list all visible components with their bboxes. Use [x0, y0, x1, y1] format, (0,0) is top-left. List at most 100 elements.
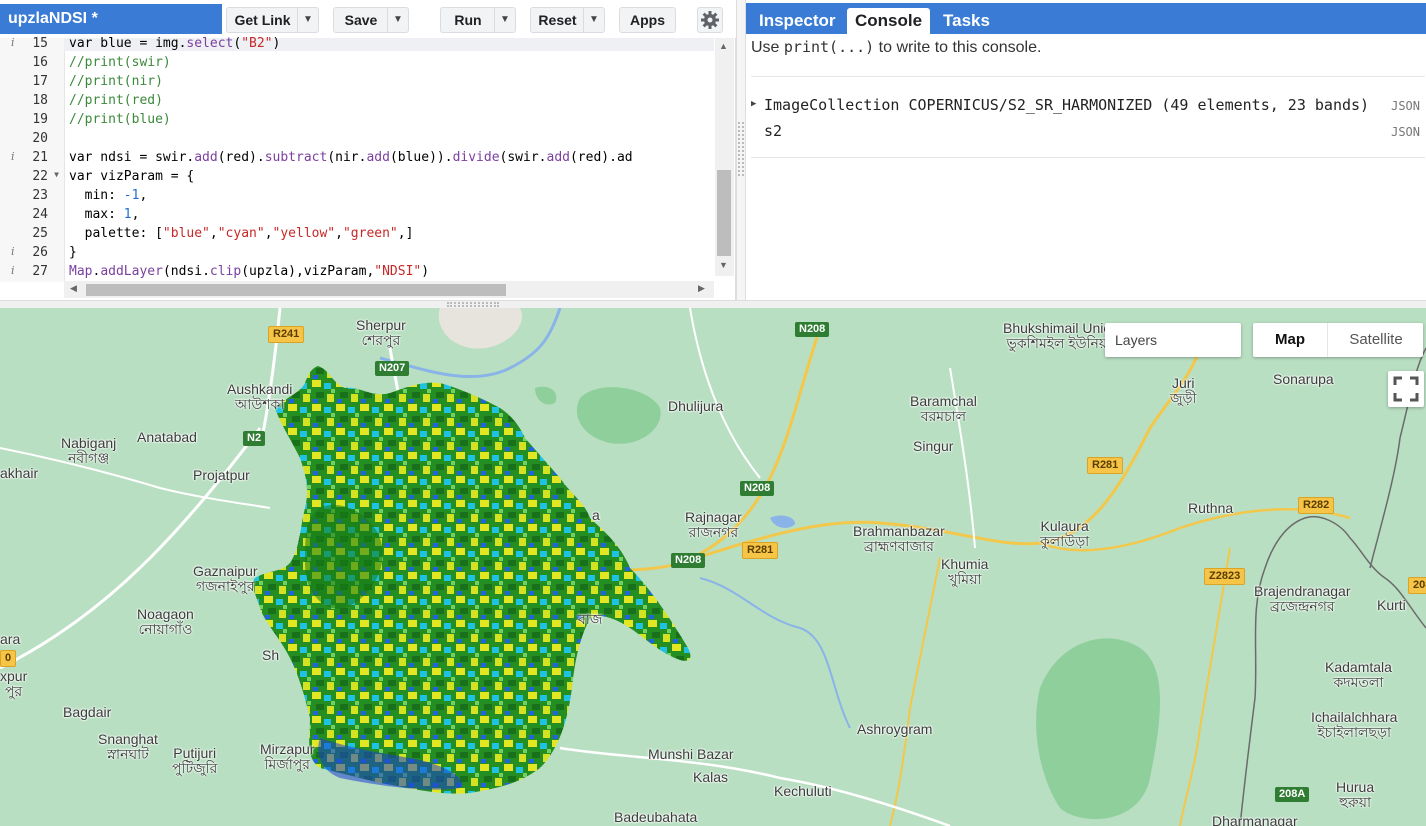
- place-label: Ichailalchhara ইচাইলালছড়া: [1311, 709, 1398, 740]
- reset-label: Reset: [538, 12, 577, 28]
- place-label: Sherpur শেরপুর: [356, 317, 406, 348]
- info-icon[interactable]: i: [11, 245, 15, 258]
- fold-toggle-icon[interactable]: ▼: [54, 170, 59, 179]
- scroll-right-icon[interactable]: ▶: [698, 283, 705, 294]
- river: [699, 577, 851, 729]
- map-canvas[interactable]: Sherpur শেরপুর Aushkandi আউশকা Nabiganj নবী…: [0, 308, 1426, 826]
- settings-button[interactable]: [697, 7, 723, 33]
- road-badge: N2: [243, 431, 266, 446]
- line-number: i 15: [11, 36, 48, 51]
- place-label: Kulaura কুলাউড়া: [1040, 518, 1090, 549]
- road: [0, 427, 262, 670]
- vertical-scroll-thumb[interactable]: [717, 170, 731, 256]
- line-number: 16: [32, 55, 48, 70]
- code-line[interactable]: //print(swir): [69, 53, 709, 72]
- vertical-scrollbar[interactable]: ▲ ▼: [715, 38, 734, 276]
- code-line[interactable]: var vizParam = {: [69, 167, 709, 186]
- tab-console[interactable]: Console: [847, 8, 931, 34]
- reset-button[interactable]: Reset ▼: [530, 7, 605, 33]
- map-type-satellite-button[interactable]: Satellite: [1327, 323, 1424, 357]
- run-dropdown-icon[interactable]: ▼: [494, 8, 515, 32]
- place-label: Kadamtala কদমতলা: [1325, 659, 1392, 690]
- editor-toolbar: upzlaNDSI * Get Link ▼ Save ▼ Run ▼ Rese…: [0, 0, 736, 38]
- gear-icon: [701, 11, 719, 29]
- scroll-up-icon[interactable]: ▲: [719, 41, 728, 51]
- code-line[interactable]: Map.addLayer(ndsi.clip(upzla),vizParam,"…: [69, 262, 709, 281]
- place-label: Rajnagar রাজনগর: [685, 509, 742, 540]
- place-label: Noagaon নোয়াগাঁও: [137, 606, 194, 637]
- code-line[interactable]: var ndsi = swir.add(red).subtract(nir.ad…: [69, 148, 709, 167]
- info-icon[interactable]: i: [11, 264, 15, 277]
- horizontal-scrollbar[interactable]: ◀ ▶: [64, 281, 714, 298]
- place-label: Projatpur: [193, 467, 250, 483]
- code-line[interactable]: //print(nir): [69, 72, 709, 91]
- apps-button[interactable]: Apps: [619, 7, 676, 33]
- horizontal-scroll-thumb[interactable]: [86, 284, 506, 296]
- place-label: Aushkandi আউশকা: [227, 381, 293, 412]
- expand-triangle-icon[interactable]: ▶: [751, 99, 756, 109]
- forest-area: [1036, 638, 1160, 820]
- code-line[interactable]: //print(blue): [69, 110, 709, 129]
- get-link-button[interactable]: Get Link ▼: [226, 7, 319, 33]
- info-icon[interactable]: i: [11, 36, 15, 49]
- line-number: i 26: [11, 245, 48, 260]
- road-badge: N208: [795, 322, 830, 337]
- place-label: Kurti: [1377, 597, 1406, 613]
- console-output-row[interactable]: s2 JSON: [751, 122, 1423, 144]
- map-type-map-button[interactable]: Map: [1253, 323, 1327, 357]
- scroll-down-icon[interactable]: ▼: [719, 260, 728, 270]
- console-divider: [751, 76, 1425, 77]
- place-label: akhair: [0, 465, 39, 481]
- road-badge: N208: [671, 553, 706, 568]
- layers-control[interactable]: Layers: [1105, 323, 1241, 357]
- line-number: 22 ▼: [32, 169, 59, 184]
- tab-tasks[interactable]: Tasks: [935, 8, 998, 34]
- code-line[interactable]: //print(red): [69, 91, 709, 110]
- panel-resize-handle-horizontal[interactable]: [0, 300, 1426, 308]
- save-button[interactable]: Save ▼: [333, 7, 409, 33]
- resize-grip[interactable]: [738, 122, 744, 176]
- reset-dropdown-icon[interactable]: ▼: [583, 8, 604, 32]
- panel-resize-handle-vertical[interactable]: [736, 0, 746, 300]
- console-output-text: ImageCollection COPERNICUS/S2_SR_HARMONI…: [764, 96, 1370, 114]
- road-badge: Z2823: [1204, 568, 1246, 585]
- code-line[interactable]: palette: ["blue","cyan","yellow","green"…: [69, 224, 709, 243]
- place-label: xpur পুর: [0, 668, 28, 699]
- fullscreen-button[interactable]: [1388, 371, 1424, 407]
- road-badge: R241: [268, 326, 305, 343]
- resize-grip[interactable]: [447, 302, 499, 307]
- place-label: Brahmanbazar ব্রাহ্মণবাজার: [853, 523, 945, 554]
- script-title: upzlaNDSI *: [0, 4, 222, 34]
- road: [1179, 547, 1231, 826]
- console-output-row[interactable]: ▶ ImageCollection COPERNICUS/S2_SR_HARMO…: [751, 96, 1423, 118]
- place-label: Ruthna: [1188, 500, 1234, 516]
- road-badge: 208A: [1275, 787, 1310, 802]
- code-line[interactable]: min: -1,: [69, 186, 709, 205]
- tab-inspector[interactable]: Inspector: [751, 8, 844, 34]
- line-number: 17: [32, 74, 48, 89]
- get-link-dropdown-icon[interactable]: ▼: [297, 8, 318, 32]
- save-dropdown-icon[interactable]: ▼: [387, 8, 408, 32]
- place-label: Badeubahata: [614, 809, 698, 825]
- json-link[interactable]: JSON: [1391, 99, 1420, 113]
- run-button[interactable]: Run ▼: [440, 7, 516, 33]
- road-badge: R282: [1298, 497, 1335, 514]
- road-badge: 0: [0, 650, 17, 667]
- info-icon[interactable]: i: [11, 150, 15, 163]
- place-label: Bhukshimail Union ভুকশিমইল ইউনিয়ন: [1003, 320, 1119, 351]
- code-line[interactable]: max: 1,: [69, 205, 709, 224]
- place-label: Dharmanagar: [1212, 813, 1298, 826]
- code-line[interactable]: }: [69, 243, 709, 262]
- line-number: 25: [32, 226, 48, 241]
- line-number: 23: [32, 188, 48, 203]
- place-label: Gaznaipur গজনাইপুর: [193, 563, 258, 594]
- scroll-left-icon[interactable]: ◀: [70, 283, 77, 294]
- code-line[interactable]: [69, 129, 709, 148]
- code-editor[interactable]: i 15 16 17 18 19 20 i 21 22 ▼ 23 24 25 i 26 i 27 var blue…: [0, 36, 736, 300]
- code-line[interactable]: var blue = img.select("B2"): [69, 34, 709, 53]
- json-link[interactable]: JSON: [1391, 125, 1420, 139]
- apps-label: Apps: [630, 12, 665, 28]
- place-label: Khumia খুমিয়া: [941, 556, 989, 587]
- road-badge: N208: [740, 481, 775, 496]
- place-label: Hurua হুরুয়া: [1336, 779, 1375, 810]
